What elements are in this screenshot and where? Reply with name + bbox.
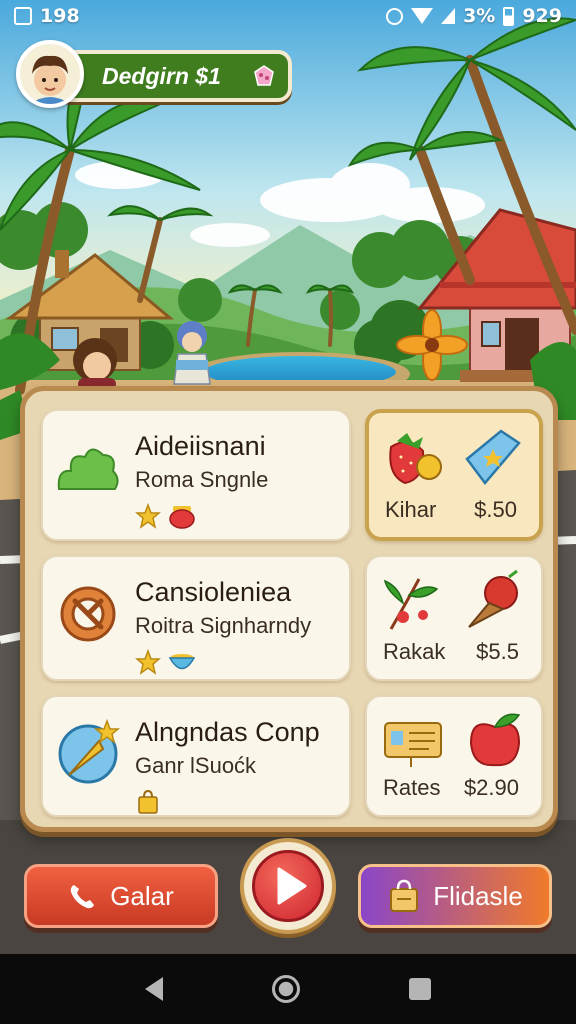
player-name-pill[interactable]: Dedgirn $1	[56, 50, 292, 102]
quest-title: Cansioleniea	[135, 577, 292, 607]
shop-button[interactable]: Flidasle	[358, 864, 552, 928]
status-bar: 198 3% 929	[0, 0, 576, 32]
home-icon[interactable]	[271, 975, 300, 1003]
shop-button-label: Flidasle	[433, 880, 523, 911]
reward-price: $5.5	[476, 639, 519, 664]
pretzel-icon	[60, 586, 116, 642]
call-button[interactable]: Galar	[24, 864, 218, 928]
ice-cream-icon	[468, 569, 518, 628]
compass-icon	[58, 719, 121, 784]
quest-title: Alngndas Conp	[135, 717, 320, 747]
wifi-icon	[411, 8, 434, 24]
reward-card[interactable]: Rakak $5.5	[365, 555, 543, 681]
star-icon	[135, 503, 161, 529]
reward-name: Rates	[383, 775, 441, 800]
reward-price: $2.90	[463, 775, 519, 800]
apple-icon	[469, 713, 521, 767]
blue-gem-icon	[465, 429, 521, 486]
blue-bowl-icon	[168, 654, 196, 670]
play-icon	[277, 867, 307, 905]
navigation-bar	[0, 954, 576, 1024]
shopping-bag-icon	[390, 879, 419, 912]
bag-icon	[138, 789, 158, 814]
signal-icon	[441, 8, 456, 24]
player-name: Dedgirn $1	[102, 63, 221, 89]
gallery-notification-icon	[14, 7, 32, 25]
recent-apps-icon[interactable]	[409, 978, 432, 1000]
quest-panel: Aideiisnani Roma Sngnle Cansioleniea Roi…	[20, 386, 558, 832]
strawberry-icon	[389, 433, 442, 485]
berry-branch-icon	[383, 578, 439, 630]
quest-card[interactable]: Aideiisnani Roma Sngnle	[41, 409, 351, 541]
quest-subtitle: Roitra Signharndy	[135, 613, 312, 638]
quest-subtitle: Ganr lSuoćk	[135, 753, 257, 778]
quest-card[interactable]: Alngndas Conp Ganr lSuoćk	[41, 695, 351, 817]
ticket-icon	[384, 722, 442, 767]
player-profile[interactable]: Dedgirn $1	[16, 40, 292, 108]
player-face-icon	[30, 55, 70, 104]
battery-icon	[503, 6, 515, 26]
call-button-label: Galar	[110, 880, 174, 911]
back-icon[interactable]	[144, 977, 163, 1001]
red-pot-icon	[169, 506, 195, 529]
quest-subtitle: Roma Sngnle	[135, 467, 269, 492]
reward-card[interactable]: Kihar $.50	[365, 409, 543, 541]
status-clock: 929	[522, 5, 562, 27]
battery-percent: 3%	[463, 5, 496, 27]
play-button[interactable]	[240, 838, 336, 934]
reward-price: $.50	[474, 497, 517, 522]
bush-icon	[57, 448, 119, 490]
reward-card[interactable]: Rates $2.90	[365, 695, 543, 817]
phone-icon	[71, 885, 95, 909]
quest-card[interactable]: Cansioleniea Roitra Signharndy	[41, 555, 351, 681]
pink-gem-icon	[254, 65, 274, 86]
reward-name: Kihar	[385, 497, 437, 522]
quest-title: Aideiisnani	[135, 431, 266, 461]
avatar[interactable]	[16, 40, 84, 108]
alarm-icon	[386, 7, 404, 25]
star-icon	[135, 649, 161, 675]
status-time: 198	[40, 5, 80, 27]
reward-name: Rakak	[383, 639, 446, 664]
